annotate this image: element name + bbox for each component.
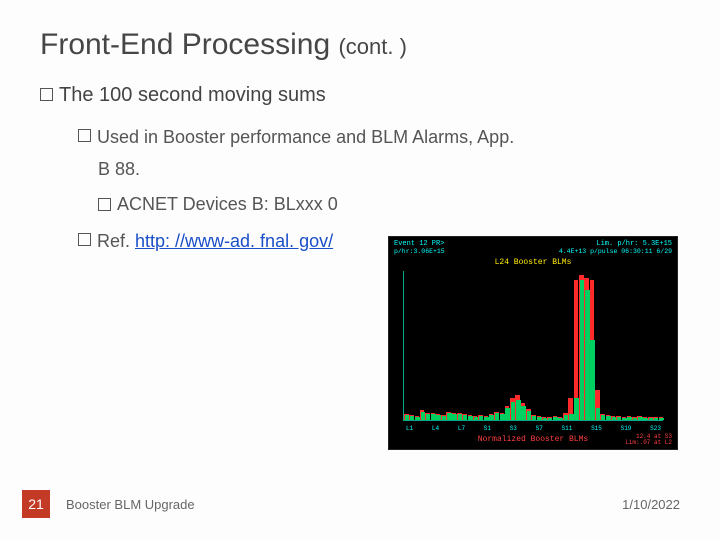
chart-xtick: L1 [406, 425, 413, 432]
chart-bar [436, 415, 441, 420]
chart-bar [627, 417, 632, 420]
ref-prefix: Ref. [97, 231, 135, 251]
chart-bar [431, 414, 436, 420]
chart-bar [558, 418, 563, 420]
chart-bar [612, 417, 617, 420]
slide-footer: 21 Booster BLM Upgrade 1/10/2022 [0, 490, 720, 518]
chart-bar [580, 280, 585, 420]
chart-xtick: S11 [562, 425, 573, 432]
title-cont: (cont. ) [338, 34, 406, 59]
page-number: 21 [22, 490, 50, 518]
chart-bar [564, 415, 569, 420]
chart-bar [633, 418, 638, 420]
chart-bar [511, 402, 516, 420]
chart-xtick: S3 [510, 425, 517, 432]
chart-bar [516, 400, 521, 420]
bullet-2: Used in Booster performance and BLM Alar… [78, 125, 680, 149]
bullet-2-text: Used in Booster performance and BLM Alar… [97, 125, 514, 149]
chart-bar [495, 413, 500, 420]
chart-xtick: L7 [458, 425, 465, 432]
chart-bar [505, 408, 510, 420]
chart-xtick: S7 [536, 425, 543, 432]
chart-bar [463, 415, 468, 420]
chart-bar [617, 417, 622, 420]
chart-bar [405, 415, 410, 420]
chart-bar [484, 417, 489, 420]
chart-bar [548, 418, 553, 420]
chart-bar [452, 414, 457, 420]
chart-bar [596, 408, 601, 420]
chart-bar [426, 414, 431, 420]
chart-bar [474, 417, 479, 420]
chart-bar [468, 416, 473, 420]
ref-link[interactable]: http: //www-ad. fnal. gov/ [135, 231, 333, 251]
chart-bar [606, 416, 611, 420]
chart-bar [601, 415, 606, 420]
footer-date: 1/10/2022 [622, 497, 680, 512]
chart-bar [442, 416, 447, 420]
chart-xtick: S15 [591, 425, 602, 432]
bullet-3-text: ACNET Devices B: BLxxx 0 [117, 194, 338, 215]
chart-bar [479, 416, 484, 420]
chart-bar [659, 418, 664, 420]
checkbox-icon [78, 129, 91, 142]
chart-xtick: S1 [484, 425, 491, 432]
footer-title: Booster BLM Upgrade [66, 497, 622, 512]
chart-xticks: L1 L4 L7 S1 S3 S7 S11 S15 S19 S23 [404, 425, 663, 432]
chart-bar [415, 417, 420, 420]
chart-sub-left: p/hr:3.06E+15 [394, 248, 445, 255]
bullet-2-cont: B 88. [98, 159, 680, 180]
embedded-chart: Event 12 PR> Lim. p/hr: 5.3E+15 p/hr:3.0… [388, 236, 678, 450]
chart-bar [585, 290, 590, 420]
chart-title: L24 Booster BLMs [389, 258, 677, 267]
chart-bar [447, 413, 452, 420]
chart-bar [649, 418, 654, 420]
chart-bar [458, 414, 463, 420]
chart-bar [638, 417, 643, 420]
bullet-1-text: The 100 second moving sums [59, 84, 326, 107]
chart-bar [643, 418, 648, 420]
checkbox-icon [98, 198, 111, 211]
chart-bar [500, 414, 505, 420]
slide-title: Front-End Processing (cont. ) [40, 28, 680, 62]
chart-bar [489, 415, 494, 420]
chart-bar [569, 414, 574, 420]
chart-bar [654, 418, 659, 420]
chart-bar [574, 398, 579, 420]
chart-bar [532, 416, 537, 420]
bullet-4-text: Ref. http: //www-ad. fnal. gov/ [97, 229, 333, 253]
chart-sub-right: 4.4E+13 p/pulse 06:30:11 6/29 [559, 248, 672, 255]
chart-footer: 12.4 at S3Lim:.07 at L2 [625, 434, 672, 447]
chart-bar [553, 417, 558, 420]
chart-bar [622, 418, 627, 420]
title-main: Front-End Processing [40, 28, 338, 61]
chart-hdr-right: Lim. p/hr: 5.3E+15 [596, 240, 672, 248]
chart-xtick: S23 [650, 425, 661, 432]
chart-xtick: S19 [621, 425, 632, 432]
bullet-1: The 100 second moving sums [40, 84, 680, 107]
bullet-3: ACNET Devices B: BLxxx 0 [98, 194, 680, 215]
chart-bar [527, 411, 532, 420]
chart-footer-line: Lim:.07 at L2 [625, 440, 672, 447]
chart-plot-area: L1L4L7S1S3S7S11S15S19S23 [403, 271, 663, 421]
chart-bar [590, 340, 595, 420]
checkbox-icon [78, 233, 91, 246]
chart-hdr-left: Event 12 PR> [394, 240, 444, 248]
chart-bar [521, 406, 526, 420]
chart-xtick: L4 [432, 425, 439, 432]
checkbox-icon [40, 88, 53, 101]
chart-bar [410, 416, 415, 420]
chart-bar [421, 412, 426, 420]
chart-bar [537, 417, 542, 420]
chart-bar [543, 418, 548, 420]
